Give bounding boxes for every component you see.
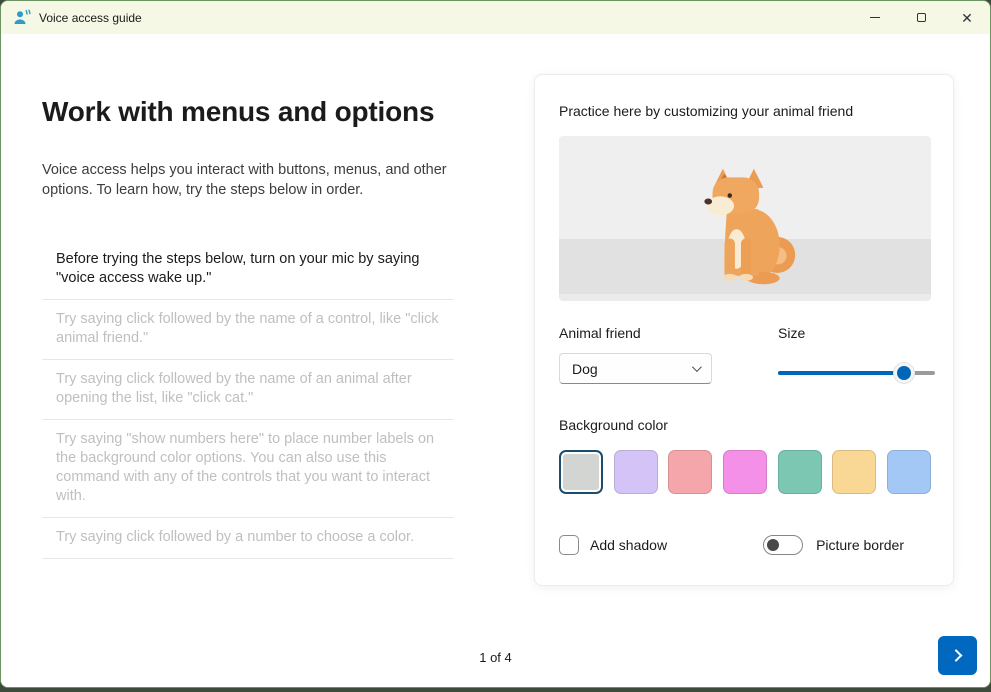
chevron-right-icon [949,649,963,662]
color-swatch-magenta[interactable] [722,450,767,494]
voice-access-app-icon [14,9,31,24]
stage-floor-edge [559,294,931,301]
dog-illustration [704,168,796,285]
page-indicator: 1 of 4 [479,650,512,665]
animal-size-row: Animal friend Dog Size [559,325,935,384]
animal-friend-label: Animal friend [559,325,641,341]
step-text: Try saying "show numbers here" to place … [56,431,435,504]
page-description: Voice access helps you interact with but… [42,162,447,198]
background-color-swatches [559,450,931,494]
close-icon: ✕ [961,9,973,26]
content-area: Work with menus and options Voice access… [1,34,990,687]
animal-friend-value: Dog [572,360,598,377]
picture-border-toggle[interactable] [763,535,804,555]
add-shadow-checkbox[interactable] [559,535,579,555]
step-text: Try saying click followed by the name of… [56,371,412,406]
step-text: Try saying click followed by the name of… [56,311,439,346]
close-button[interactable]: ✕ [944,1,990,34]
step-text: Before trying the steps below, turn on y… [56,251,420,286]
step-item: Try saying click followed by the name of… [42,300,454,360]
background-color-section: Background color [559,417,931,494]
animal-preview [559,136,931,301]
step-item: Before trying the steps below, turn on y… [42,240,454,300]
color-swatch-teal[interactable] [777,450,822,494]
steps-list: Before trying the steps below, turn on y… [42,240,454,559]
caption-buttons: ✕ [852,1,990,34]
minimize-button[interactable] [852,1,898,34]
add-shadow-label: Add shadow [590,537,668,553]
options-row: Add shadow Picture border [559,535,929,555]
chevron-down-icon [691,362,702,373]
toggle-knob [767,539,780,551]
practice-card: Practice here by customizing your animal… [534,74,954,586]
minimize-icon [870,17,880,18]
animal-friend-dropdown[interactable]: Dog [559,353,712,384]
color-swatch-peach[interactable] [832,450,877,494]
step-item: Try saying click followed by the name of… [42,360,454,420]
maximize-icon [916,13,926,22]
size-slider-fill [778,371,904,375]
step-item: Try saying click followed by a number to… [42,518,454,559]
page-title: Work with menus and options [42,96,435,127]
color-swatch-lavender[interactable] [613,450,658,494]
size-label: Size [778,325,806,341]
step-text: Try saying click followed by a number to… [56,529,415,545]
color-swatch-blue[interactable] [886,450,931,494]
color-swatch-salmon[interactable] [668,450,713,494]
window-title: Voice access guide [39,10,142,25]
practice-card-title: Practice here by customizing your animal… [559,103,854,119]
color-swatch-gray[interactable] [559,450,603,494]
maximize-button[interactable] [898,1,944,34]
size-slider[interactable] [778,365,935,381]
titlebar: Voice access guide ✕ [1,1,990,34]
picture-border-label: Picture border [816,537,904,553]
instructions-panel: Work with menus and options Voice access… [42,96,454,559]
size-slider-thumb[interactable] [896,366,911,380]
voice-access-guide-window: Voice access guide ✕ Work with menus and… [0,0,991,688]
next-page-button[interactable] [938,636,977,675]
step-item: Try saying "show numbers here" to place … [42,420,454,518]
background-color-label: Background color [559,417,668,433]
